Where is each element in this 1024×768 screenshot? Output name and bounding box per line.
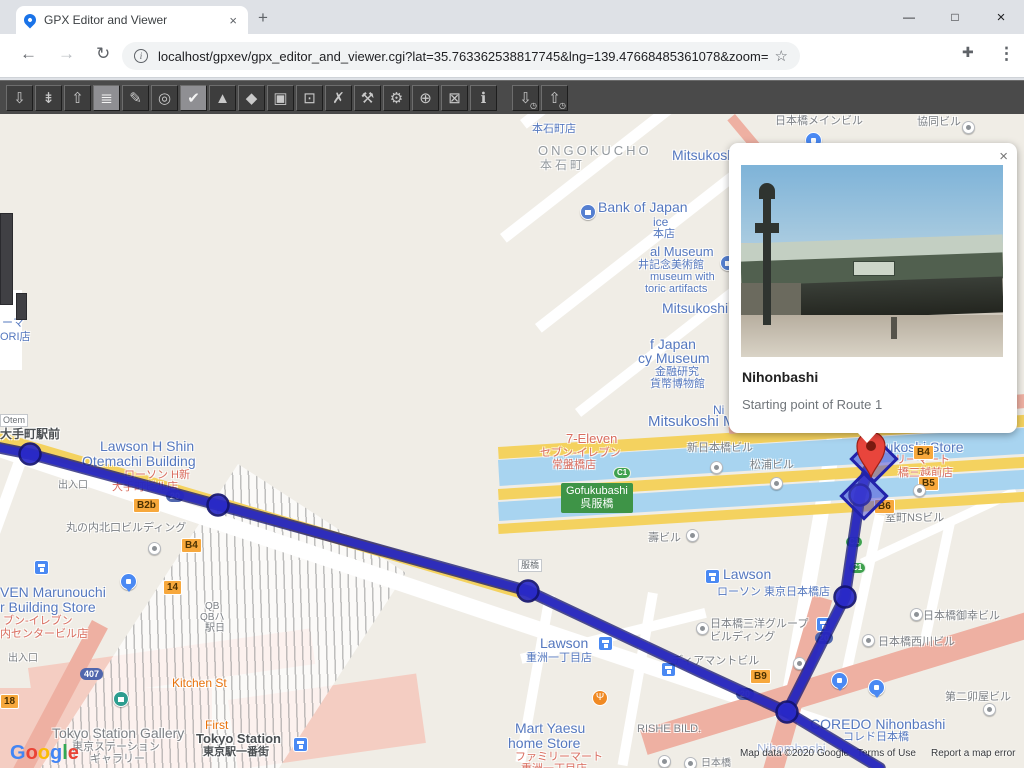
upload-gpx-icon[interactable]: ⇧	[64, 85, 91, 111]
popup-title: Nihonbashi	[742, 369, 818, 385]
window-close-button[interactable]: ×	[978, 0, 1024, 34]
browser-navbar: ← → ↻ i localhost/gpxev/gpx_editor_and_v…	[0, 34, 1024, 78]
tools-icon[interactable]: ⚒	[354, 85, 381, 111]
route-list-icon[interactable]: ≣	[93, 85, 120, 111]
delete-icon[interactable]: ✗	[325, 85, 352, 111]
page-info-icon[interactable]: i	[134, 49, 148, 63]
inspect-track-icon[interactable]: ◎	[151, 85, 178, 111]
browser-chrome: GPX Editor and Viewer × + — □ × ← → ↻ i …	[0, 0, 1024, 80]
browser-tab[interactable]: GPX Editor and Viewer ×	[16, 6, 248, 34]
forward-icon[interactable]: →	[58, 44, 75, 64]
reload-icon[interactable]: ↻	[96, 44, 110, 64]
url-text[interactable]: localhost/gpxev/gpx_editor_and_viewer.cg…	[158, 49, 769, 64]
panel-fragment	[0, 213, 13, 305]
bookmark-star-icon[interactable]: ☆	[775, 47, 788, 65]
window-minimize-button[interactable]: —	[886, 0, 932, 34]
tag-icon[interactable]: ◆	[238, 85, 265, 111]
tab-close-icon[interactable]: ×	[226, 13, 240, 28]
open-gpx-icon[interactable]: ⇩	[6, 85, 33, 111]
app-toolbar: ⇩⇟⇧≣✎◎✔▲◆▣⊡✗⚒⚙⊕⊠ℹ ⇩◷⇧◷	[0, 80, 1024, 114]
new-tab-button[interactable]: +	[258, 8, 268, 28]
popup-tail	[857, 432, 877, 443]
info-icon[interactable]: ℹ	[470, 85, 497, 111]
waypoint-photo	[741, 165, 1003, 357]
waypoint-list-icon[interactable]: ✔	[180, 85, 207, 111]
popup-close-icon[interactable]: ×	[999, 148, 1008, 165]
screen: GPX Editor and Viewer × + — □ × ← → ↻ i …	[0, 0, 1024, 768]
display-icon[interactable]: ⊡	[296, 85, 323, 111]
tab-title: GPX Editor and Viewer	[44, 13, 226, 27]
open-gps-icon[interactable]: ⇟	[35, 85, 62, 111]
map-select-icon[interactable]: ⊕	[412, 85, 439, 111]
settings-icon[interactable]: ⚙	[383, 85, 410, 111]
export-history-icon[interactable]: ⇧◷	[541, 85, 568, 111]
elevation-icon[interactable]: ▲	[209, 85, 236, 111]
info-popup: × Nihonbashi Starting point of Route 1	[729, 143, 1017, 433]
url-bar[interactable]: i localhost/gpxev/gpx_editor_and_viewer.…	[122, 42, 800, 70]
window-maximize-button[interactable]: □	[932, 0, 978, 34]
favicon-pin-icon	[22, 12, 39, 29]
browser-menu-icon[interactable]: ⋮	[998, 44, 1015, 64]
extensions-icon[interactable]: ✚	[962, 44, 974, 61]
popup-description: Starting point of Route 1	[742, 397, 882, 412]
panel-fragment	[16, 293, 27, 320]
comment-icon[interactable]: ▣	[267, 85, 294, 111]
map-clear-icon[interactable]: ⊠	[441, 85, 468, 111]
back-icon[interactable]: ←	[20, 44, 37, 64]
edit-track-icon[interactable]: ✎	[122, 85, 149, 111]
import-history-icon[interactable]: ⇩◷	[512, 85, 539, 111]
